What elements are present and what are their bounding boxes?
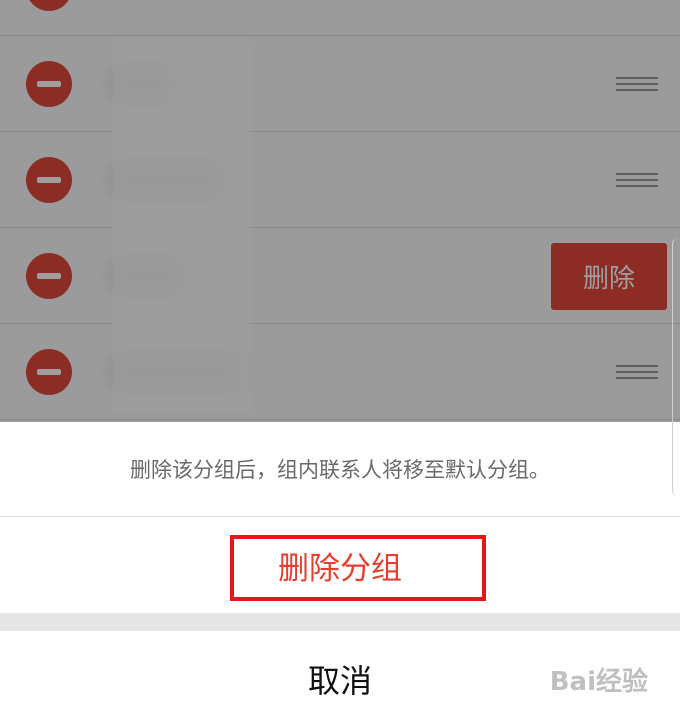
watermark-logo: Bai经验 [549,667,648,697]
action-sheet-message: 删除该分组后，组内联系人将移至默认分组。 [0,422,680,517]
highlight-box [230,535,486,601]
group-member-list: 删除 [0,0,680,422]
scrollbar[interactable] [672,238,680,496]
divider [0,613,680,631]
dim-overlay[interactable] [0,0,680,422]
